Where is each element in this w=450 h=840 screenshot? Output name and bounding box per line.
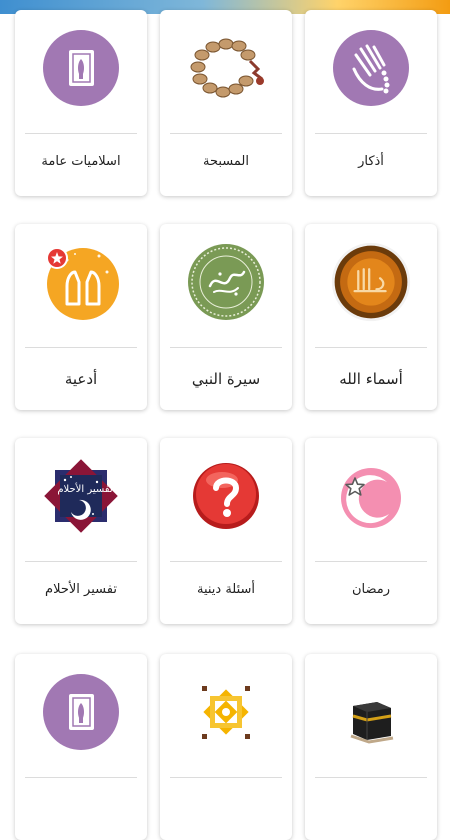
islamic-pattern-icon xyxy=(186,672,266,752)
card-label: أذكار xyxy=(358,154,384,169)
counting-hand-icon xyxy=(331,28,411,108)
card-divider xyxy=(315,561,427,562)
card-religious-questions[interactable]: أسئلة دينية xyxy=(160,438,292,624)
card-divider xyxy=(170,777,282,778)
dream-icon-text: تفسير الأحلام xyxy=(57,482,113,495)
card-label: اسلاميات عامة xyxy=(41,154,121,169)
card-divider xyxy=(315,347,427,348)
card-divider xyxy=(170,347,282,348)
card-label: أسماء الله xyxy=(339,370,403,388)
allah-names-icon xyxy=(331,242,411,322)
card-divider xyxy=(25,347,137,348)
card-label: تفسير الأحلام xyxy=(45,582,117,597)
prophet-seal-icon xyxy=(186,242,266,322)
card-islamic-pattern[interactable] xyxy=(160,654,292,840)
card-divider xyxy=(315,133,427,134)
card-dream-interpretation[interactable]: تفسير الأحلام تفسير الأحلام xyxy=(15,438,147,624)
card-divider xyxy=(25,561,137,562)
card-kaaba[interactable] xyxy=(305,654,437,840)
card-divider xyxy=(170,561,282,562)
card-label: رمضان xyxy=(351,582,391,597)
card-divider xyxy=(170,133,282,134)
prayer-beads-icon xyxy=(186,28,266,108)
card-divider xyxy=(315,777,427,778)
card-divider xyxy=(25,133,137,134)
card-adhkar[interactable]: أذكار xyxy=(305,10,437,196)
dream-interpretation-icon: تفسير الأحلام xyxy=(41,456,121,536)
card-label: المسبحة xyxy=(203,154,249,169)
card-label: أسئلة دينية xyxy=(196,582,256,597)
card-prayer-beads[interactable]: المسبحة xyxy=(160,10,292,196)
crescent-star-icon xyxy=(331,456,411,536)
book-icon xyxy=(41,672,121,752)
praying-hands-icon xyxy=(41,242,121,322)
card-label: سيرة النبي xyxy=(191,370,261,388)
card-prophet-biography[interactable]: سيرة النبي xyxy=(160,224,292,410)
card-names-of-allah[interactable]: أسماء الله xyxy=(305,224,437,410)
card-ramadan[interactable]: رمضان xyxy=(305,438,437,624)
categories-grid: اسلاميات عامة المسبحة أذكار أدعية سيرة ا… xyxy=(0,0,450,840)
card-general-islamics-2[interactable] xyxy=(15,654,147,840)
card-supplications[interactable]: أدعية xyxy=(15,224,147,410)
kaaba-icon xyxy=(331,672,411,752)
card-general-islamics[interactable]: اسلاميات عامة xyxy=(15,10,147,196)
question-mark-icon xyxy=(186,456,266,536)
card-divider xyxy=(25,777,137,778)
card-label: أدعية xyxy=(64,370,98,388)
book-icon xyxy=(41,28,121,108)
